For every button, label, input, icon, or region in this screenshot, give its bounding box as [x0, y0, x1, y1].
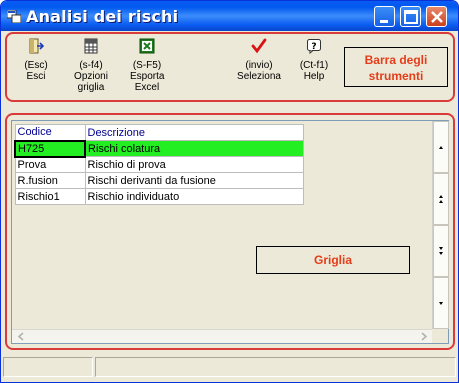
cell-description[interactable]: Rischi derivanti da fusione	[84, 172, 304, 189]
cell-description[interactable]: Rischio di prova	[84, 156, 304, 173]
close-button[interactable]	[426, 6, 447, 27]
scroll-page-up-button[interactable]	[433, 173, 449, 225]
scroll-page-down-button[interactable]	[433, 225, 449, 277]
excel-icon	[139, 38, 155, 54]
exit-label: Esci	[26, 71, 46, 82]
chevron-right-icon	[421, 332, 428, 341]
chevron-left-icon	[17, 332, 24, 341]
app-icon	[7, 10, 21, 23]
horizontal-scrollbar[interactable]	[12, 329, 433, 343]
cell-description[interactable]: Rischi colatura	[84, 140, 304, 157]
exit-button[interactable]: (Esc) Esci	[19, 38, 53, 82]
column-header-description[interactable]: Descrizione	[84, 124, 304, 141]
scroll-bottom-icon	[439, 302, 443, 305]
minimize-button[interactable]	[374, 6, 395, 27]
status-panel	[3, 357, 93, 377]
export-excel-key: (S-F5)	[132, 60, 162, 71]
data-grid[interactable]: Codice Descrizione H725 Rischi colatura …	[11, 120, 449, 344]
maximize-icon	[404, 10, 418, 24]
grid-options-icon	[84, 38, 98, 54]
grid-options-key: (s-f4)	[79, 60, 103, 71]
svg-text:?: ?	[311, 42, 316, 52]
select-key: (invio)	[245, 60, 273, 71]
table-row[interactable]: Rischio1 Rischio individuato	[14, 188, 304, 205]
cell-code[interactable]: Rischio1	[14, 188, 86, 205]
application-window: Analisi dei rischi (Esc) Esci (s-f4) Opz…	[0, 0, 459, 383]
checkmark-icon	[251, 38, 267, 54]
cell-code[interactable]: R.fusion	[14, 172, 86, 189]
grid-annotation: Griglia	[256, 246, 410, 274]
help-icon: ?	[307, 39, 321, 54]
grid-table: Codice Descrizione H725 Rischi colatura …	[14, 124, 304, 205]
scrollbar-corner	[432, 329, 448, 343]
help-button[interactable]: ? (Ct-f1) Help	[295, 38, 333, 82]
scroll-page-up-icon	[439, 195, 443, 203]
window-title: Analisi dei rischi	[26, 7, 179, 26]
scroll-top-icon	[439, 146, 443, 149]
toolbar-annotation: Barra degli strumenti	[344, 47, 448, 87]
grid-panel: Codice Descrizione H725 Rischi colatura …	[5, 113, 455, 350]
cell-code[interactable]: H725	[14, 139, 86, 158]
cell-description[interactable]: Rischio individuato	[84, 188, 304, 205]
help-key: (Ct-f1)	[299, 60, 329, 71]
grid-header-row: Codice Descrizione	[14, 124, 304, 141]
help-label: Help	[303, 71, 325, 82]
cell-code[interactable]: Prova	[14, 156, 86, 173]
title-bar[interactable]: Analisi dei rischi	[1, 1, 458, 31]
grid-options-label: Opzioni griglia	[74, 71, 108, 93]
grid-options-button[interactable]: (s-f4) Opzioni griglia	[71, 38, 111, 93]
close-icon	[431, 11, 443, 23]
select-button[interactable]: (invio) Seleziona	[233, 38, 285, 82]
maximize-button[interactable]	[400, 6, 421, 27]
status-panel	[95, 357, 456, 377]
toolbar-panel: (Esc) Esci (s-f4) Opzioni griglia (S-F5)…	[5, 32, 455, 102]
column-header-code[interactable]: Codice	[14, 124, 86, 141]
export-excel-label: Esporta Excel	[130, 71, 165, 93]
export-excel-button[interactable]: (S-F5) Esporta Excel	[125, 38, 169, 93]
table-row[interactable]: Prova Rischio di prova	[14, 156, 304, 173]
scroll-page-down-icon	[439, 247, 443, 255]
exit-door-icon	[29, 38, 44, 54]
exit-key: (Esc)	[24, 60, 48, 71]
scroll-top-button[interactable]	[433, 121, 449, 173]
scroll-left-button[interactable]	[14, 330, 28, 343]
minimize-icon	[380, 20, 388, 23]
vertical-scrollbar[interactable]	[432, 121, 449, 331]
scroll-right-button[interactable]	[417, 330, 431, 343]
table-row[interactable]: H725 Rischi colatura	[14, 139, 304, 158]
select-label: Seleziona	[237, 71, 281, 82]
table-row[interactable]: R.fusion Rischi derivanti da fusione	[14, 172, 304, 189]
scroll-bottom-button[interactable]	[433, 277, 449, 329]
status-bar	[3, 357, 456, 379]
